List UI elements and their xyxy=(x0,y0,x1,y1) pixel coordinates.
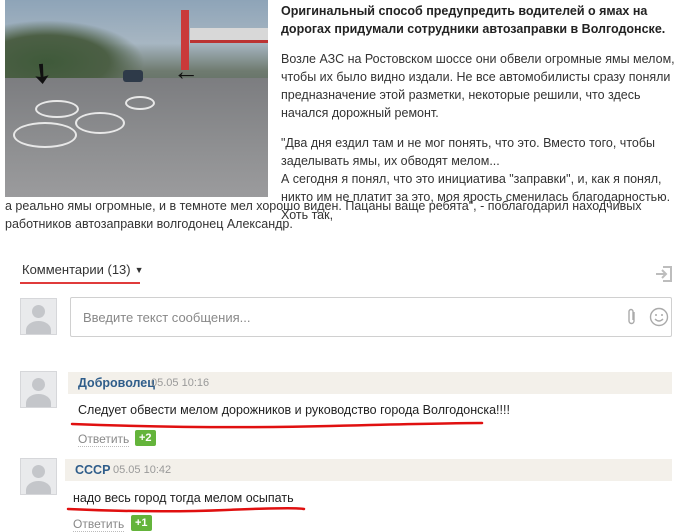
comment-author[interactable]: Доброволец xyxy=(78,376,155,390)
comment-underline-mark xyxy=(70,421,484,429)
avatar xyxy=(20,371,57,408)
article-quote-line: "Два дня ездил там и не мог понять, что … xyxy=(281,136,656,168)
article-paragraph: Возле АЗС на Ростовском шоссе они обвели… xyxy=(281,52,675,120)
article-photo[interactable]: ➘ ← xyxy=(5,0,268,197)
login-icon[interactable] xyxy=(654,264,674,284)
photo-chalk-circle xyxy=(13,122,77,148)
comment-header: Доброволец 05.05 10:16 xyxy=(68,372,672,394)
article-quote-continuation: а реально ямы огромные, и в темноте мел … xyxy=(5,199,642,231)
message-input[interactable]: Введите текст сообщения... xyxy=(70,297,672,337)
comments-tab-underline xyxy=(20,282,140,284)
paperclip-icon[interactable] xyxy=(626,308,638,326)
rating-badge: +2 xyxy=(135,430,156,446)
comment-text: Следует обвести мелом дорожников и руков… xyxy=(78,403,510,417)
reply-link[interactable]: Ответить xyxy=(73,517,125,532)
comment-underline-mark xyxy=(66,506,306,513)
comment-text: надо весь город тогда мелом осыпать xyxy=(73,491,294,505)
smiley-icon[interactable] xyxy=(649,307,669,327)
rating-badge: +1 xyxy=(131,515,152,531)
chevron-down-icon: ▼ xyxy=(134,265,144,275)
comment-author[interactable]: СССР xyxy=(75,463,110,477)
message-input-placeholder: Введите текст сообщения... xyxy=(83,310,251,325)
comment-date: 05.05 10:42 xyxy=(113,464,172,476)
comments-toggle[interactable]: Комментарии (13) ▼ xyxy=(22,262,144,277)
photo-car xyxy=(123,70,143,82)
comment-date: 05.05 10:16 xyxy=(151,377,210,389)
photo-arrow: ← xyxy=(173,56,199,86)
comment-header: СССР 05.05 10:42 xyxy=(65,459,672,481)
photo-chalk-circle xyxy=(35,100,79,118)
photo-chalk-circle xyxy=(125,96,155,110)
avatar xyxy=(20,458,57,495)
photo-chalk-circle xyxy=(75,112,125,134)
avatar xyxy=(20,298,57,335)
photo-gas-station xyxy=(190,28,268,43)
article-headline: Оригинальный способ предупредить водител… xyxy=(281,4,666,36)
reply-link[interactable]: Ответить xyxy=(78,432,130,447)
article-text: Оригинальный способ предупредить водител… xyxy=(281,2,686,224)
comments-count-label: Комментарии (13) xyxy=(22,262,131,277)
